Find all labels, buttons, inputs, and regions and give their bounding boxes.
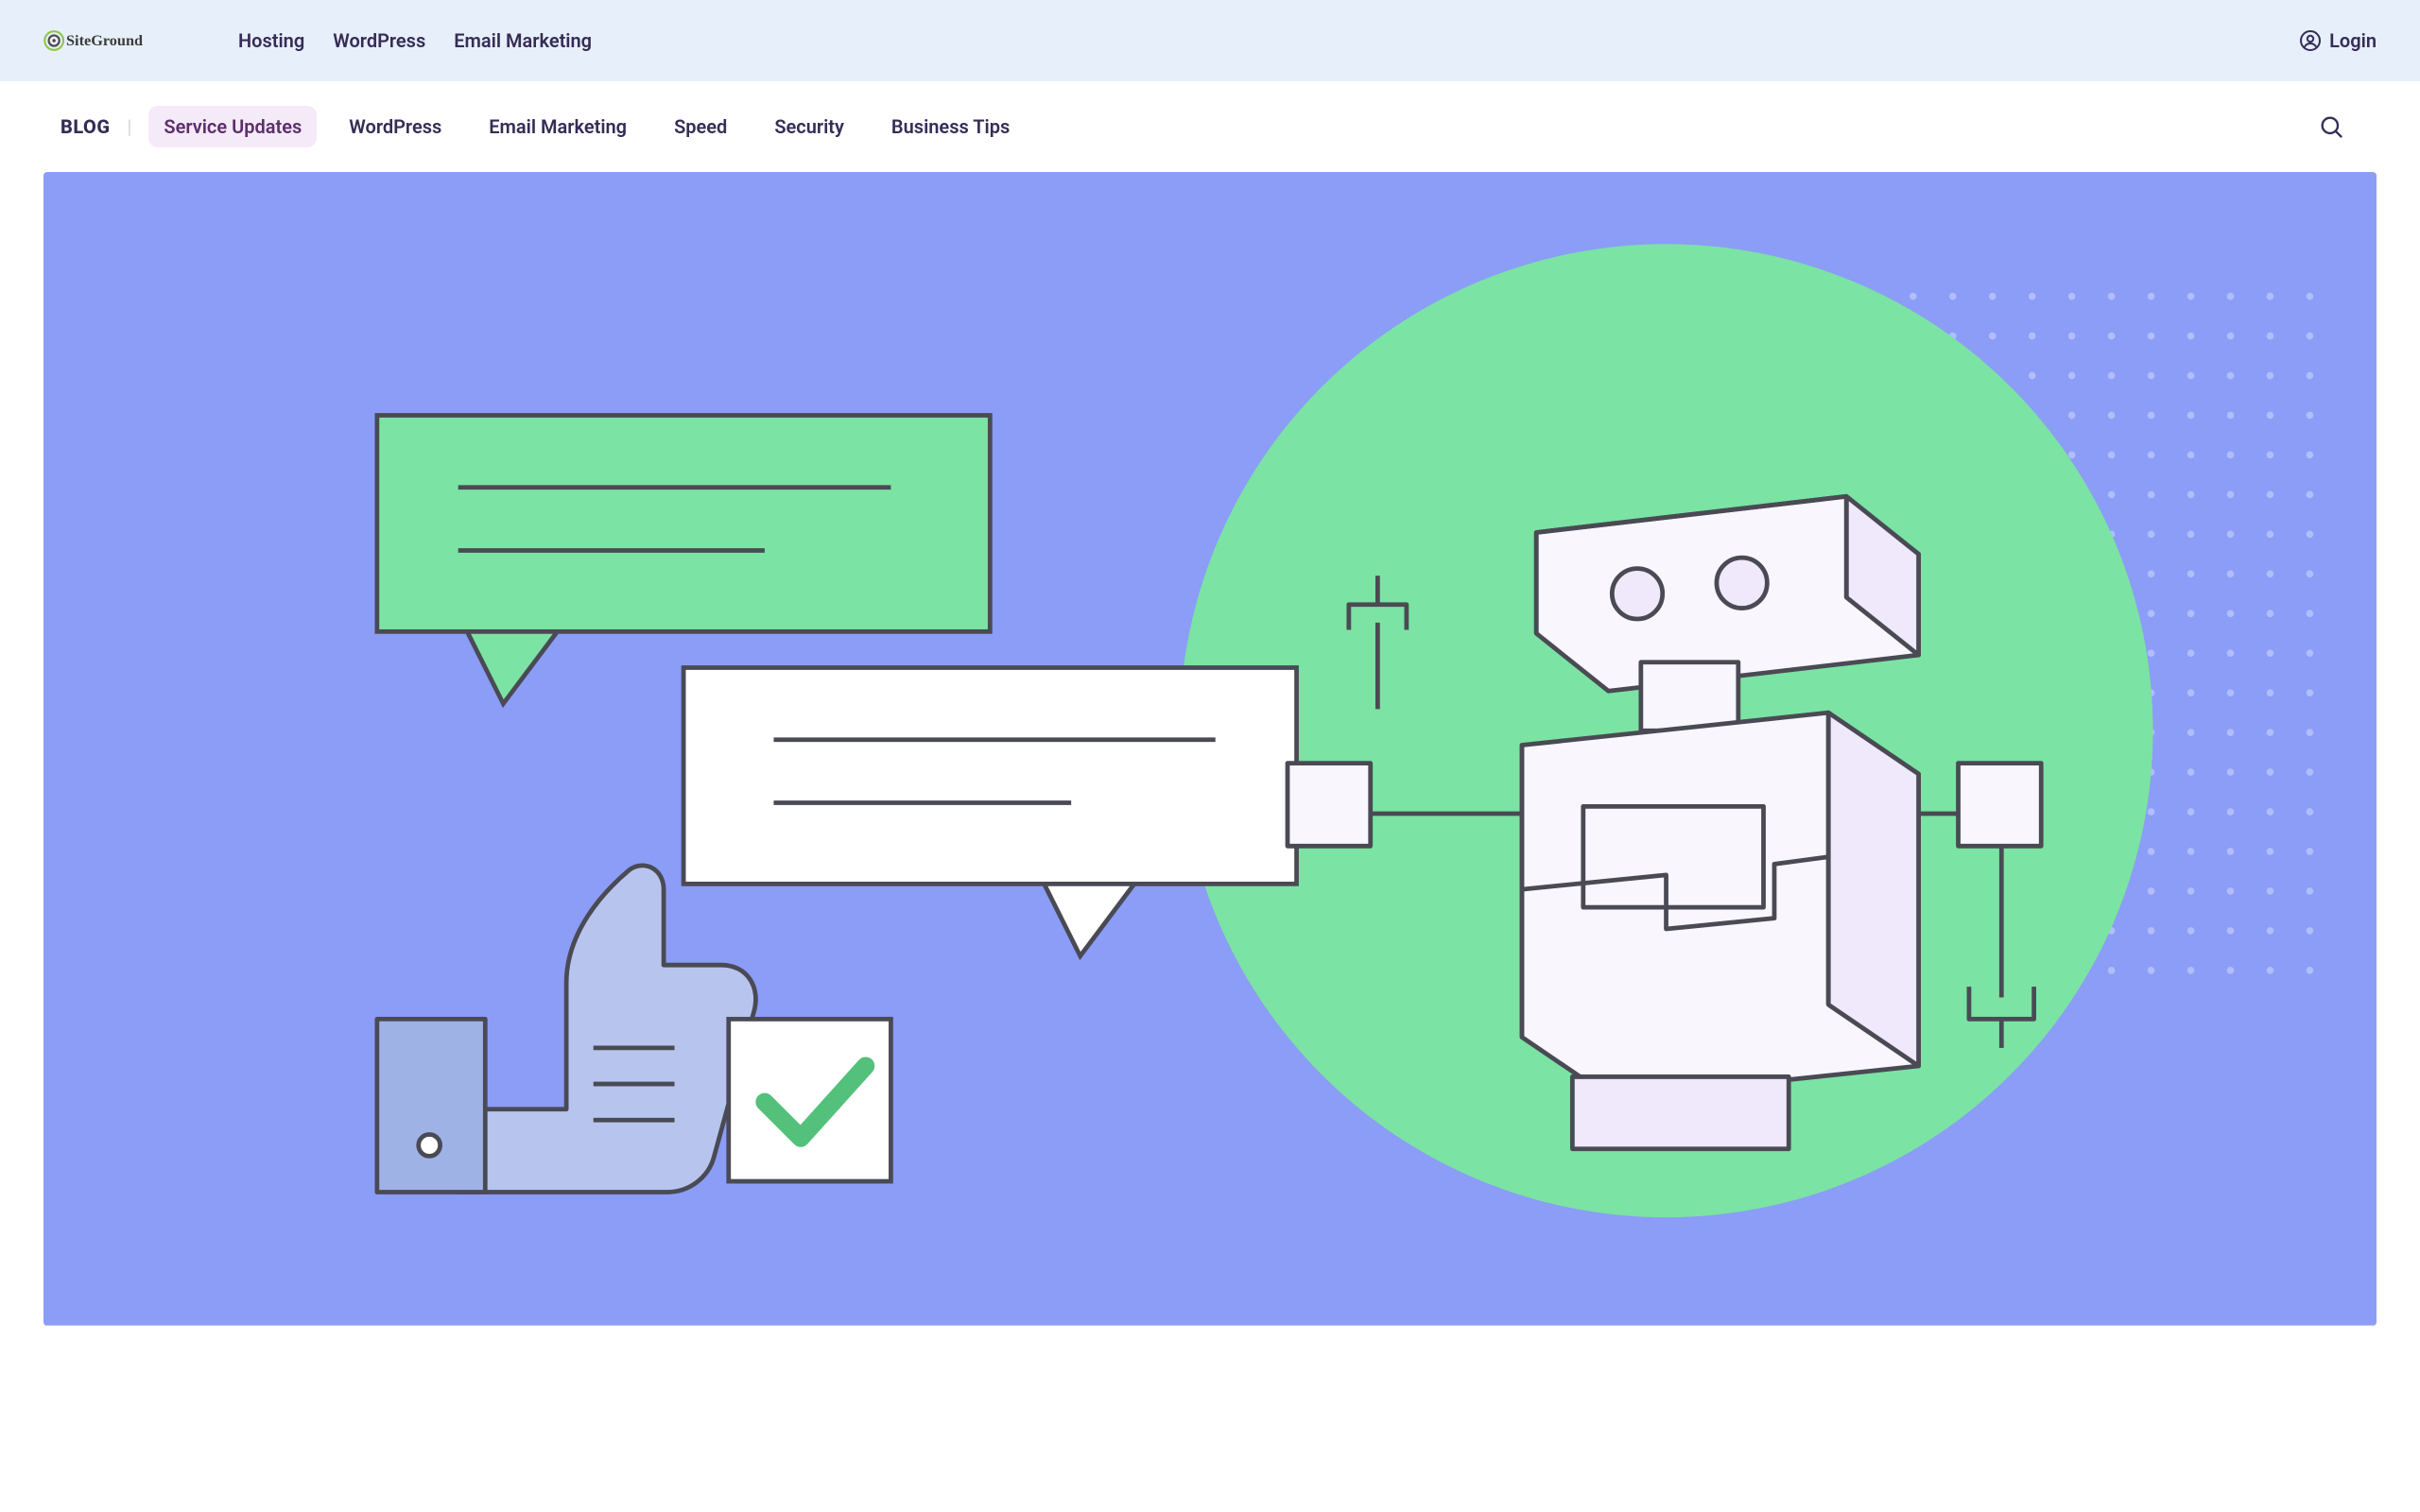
top-bar: SiteGround Hosting WordPress Email Marke…	[0, 0, 2420, 81]
primary-nav: Hosting WordPress Email Marketing	[238, 29, 592, 52]
blog-nav: BLOG | Service Updates WordPress Email M…	[0, 81, 2420, 172]
nav-email-marketing[interactable]: Email Marketing	[454, 29, 592, 52]
tab-speed[interactable]: Speed	[659, 106, 742, 147]
hero-illustration	[43, 172, 2377, 1326]
tab-security[interactable]: Security	[759, 106, 859, 147]
checkbox-icon	[729, 1019, 891, 1181]
nav-hosting[interactable]: Hosting	[238, 29, 304, 52]
search-icon[interactable]	[2318, 113, 2344, 140]
brand-logo[interactable]: SiteGround	[43, 22, 214, 60]
tab-service-updates[interactable]: Service Updates	[148, 106, 317, 147]
tab-email-marketing[interactable]: Email Marketing	[474, 106, 642, 147]
brand-name: SiteGround	[66, 31, 143, 49]
user-icon	[2299, 29, 2322, 52]
tab-wordpress[interactable]: WordPress	[334, 106, 457, 147]
login-button[interactable]: Login	[2299, 29, 2377, 52]
blog-label: BLOG	[60, 115, 110, 138]
login-label: Login	[2329, 29, 2377, 52]
siteground-logo-icon: SiteGround	[43, 22, 214, 60]
blog-tabs: Service Updates WordPress Email Marketin…	[148, 106, 1025, 147]
nav-wordpress[interactable]: WordPress	[333, 29, 425, 52]
separator: |	[127, 115, 131, 138]
tab-business-tips[interactable]: Business Tips	[876, 106, 1025, 147]
